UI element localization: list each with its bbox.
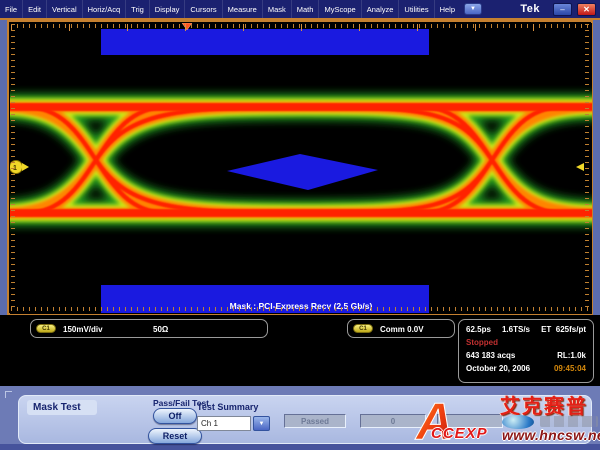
channel-badge: C1: [36, 324, 56, 333]
menu-display[interactable]: Display: [150, 0, 186, 18]
chevron-down-icon: ▼: [470, 6, 476, 12]
menu-mask[interactable]: Mask: [263, 0, 292, 18]
waveform-display: 1 Mask : PCI-Express Recv (2.5 Gb/s): [7, 20, 593, 315]
ticks-right: [585, 24, 589, 311]
sample-rate: 1.6TS/s: [502, 325, 530, 334]
menu-measure[interactable]: Measure: [223, 0, 263, 18]
menu-analyze[interactable]: Analyze: [362, 0, 400, 18]
record-length: RL:1.0k: [557, 351, 586, 360]
chevron-down-icon: ▼: [259, 421, 265, 427]
menu-trig[interactable]: Trig: [126, 0, 150, 18]
minimize-button[interactable]: –: [553, 3, 572, 16]
acq-status: Stopped: [466, 338, 498, 347]
ticks-top-major: [11, 24, 591, 31]
menu-bar: File Edit Vertical Horiz/Acq Trig Displa…: [0, 0, 600, 18]
menu-utilities[interactable]: Utilities: [399, 0, 434, 18]
menu-overflow-button[interactable]: ▼: [464, 3, 482, 15]
menu-file[interactable]: File: [0, 0, 23, 18]
menu-help[interactable]: Help: [435, 0, 460, 18]
timebase: 62.5ps: [466, 325, 491, 334]
ticks-left: [11, 24, 15, 311]
test-summary-label: Test Summary: [197, 402, 258, 412]
panel-title: Mask Test: [27, 400, 97, 415]
menu-vertical[interactable]: Vertical: [47, 0, 83, 18]
test-extra-field: [437, 414, 503, 428]
mask-test-panel: Mask Test Pass/Fail Test Off Reset Test …: [18, 395, 592, 444]
vertical-scale: 150mV/div: [63, 325, 103, 334]
panel-resize-handle[interactable]: [5, 391, 12, 398]
date: October 20, 2006: [466, 364, 530, 373]
menu-math[interactable]: Math: [292, 0, 320, 18]
ch1-offset-readout: C1 Comm 0.0V: [347, 319, 455, 338]
menu-edit[interactable]: Edit: [23, 0, 47, 18]
impedance: 50Ω: [153, 325, 168, 334]
tek-logo: Tek: [520, 3, 540, 15]
passfail-off-button[interactable]: Off: [153, 408, 197, 424]
acquisition-readout: 62.5ps 1.6TS/s ET 625fs/pt Stopped 643 1…: [458, 319, 594, 383]
mask-top-region: [101, 29, 429, 55]
test-status-field: Passed: [284, 414, 346, 428]
menu-cursors[interactable]: Cursors: [185, 0, 222, 18]
panel-bottom-band: [0, 444, 600, 450]
eye-diagram: 1 Mask : PCI-Express Recv (2.5 Gb/s): [10, 23, 592, 314]
menu-horiz-acq[interactable]: Horiz/Acq: [83, 0, 127, 18]
close-icon: ✕: [583, 5, 590, 14]
ch1-scale-readout: C1 150mV/div 50Ω: [30, 319, 268, 338]
acq-count: 643 183 acqs: [466, 351, 515, 360]
summary-channel-dropdown-button[interactable]: ▼: [253, 416, 270, 431]
summary-channel-select[interactable]: Ch 1: [197, 416, 251, 431]
readout-strip: C1 150mV/div 50Ω C1 Comm 0.0V 62.5ps 1.6…: [0, 315, 600, 386]
passfail-reset-button[interactable]: Reset: [148, 428, 202, 444]
time: 09:45:04: [554, 364, 586, 373]
minimize-icon: –: [560, 5, 564, 14]
test-count-field: 0: [360, 414, 426, 428]
channel-badge: C1: [353, 324, 373, 333]
ticks-bottom: [11, 307, 591, 311]
et-label: ET: [541, 325, 551, 334]
resolution: 625fs/pt: [556, 325, 586, 334]
oscilloscope-screen: File Edit Vertical Horiz/Acq Trig Displa…: [0, 0, 600, 450]
close-button[interactable]: ✕: [577, 3, 596, 16]
offset-value: Comm 0.0V: [380, 325, 424, 334]
menu-myscope[interactable]: MyScope: [319, 0, 361, 18]
